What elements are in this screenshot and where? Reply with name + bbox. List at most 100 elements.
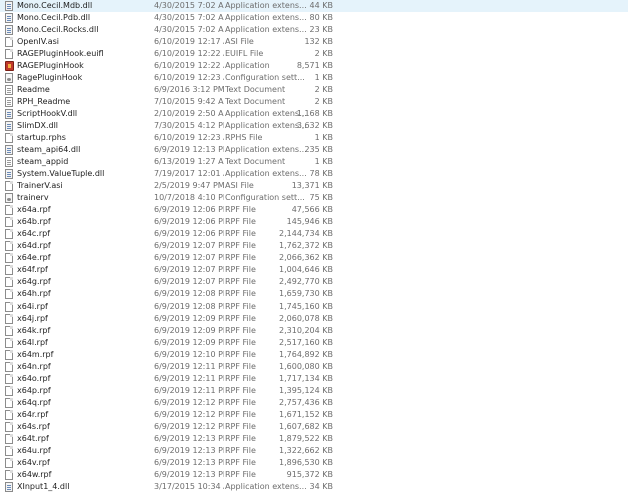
file-date-modified: 6/9/2019 12:11 PM — [154, 385, 224, 395]
file-icon — [5, 241, 13, 252]
file-row[interactable]: x64h.rpf 6/9/2019 12:08 PM RPF File 1,659,7… — [0, 288, 628, 300]
file-row[interactable]: x64d.rpf 6/9/2019 12:07 PM RPF File 1,762,3… — [0, 240, 628, 252]
file-date-modified: 6/9/2019 12:07 PM — [154, 253, 224, 263]
file-size: 2,757,436 KB — [279, 397, 333, 407]
file-row[interactable]: x64g.rpf 6/9/2019 12:07 PM RPF File 2,492,7… — [0, 276, 628, 288]
file-date-modified: 6/9/2016 3:12 PM — [154, 85, 224, 95]
file-row[interactable]: x64e.rpf 6/9/2019 12:07 PM RPF File 2,066,3… — [0, 252, 628, 264]
dll-icon — [5, 25, 13, 36]
file-row[interactable]: x64j.rpf 6/9/2019 12:09 PM RPF File 2,060,0… — [0, 313, 628, 325]
file-row[interactable]: ScriptHookV.dll 2/10/2019 2:50 AM Applicat… — [0, 108, 628, 120]
file-row[interactable]: RAGEPluginHook.euifl6/10/2019 12:22 AMEU… — [0, 48, 628, 60]
file-row[interactable]: x64c.rpf 6/9/2019 12:06 PM RPF File 2,144,7… — [0, 228, 628, 240]
file-icon — [5, 337, 13, 348]
file-row[interactable]: Mono.Cecil.Rocks.dll 4/30/2015 7:02 AM App… — [0, 24, 628, 36]
file-row[interactable]: x64v.rpf 6/9/2019 12:13 PM RPF File 1,896,5… — [0, 457, 628, 469]
file-date-modified: 6/9/2019 12:11 PM — [154, 373, 224, 383]
file-row[interactable]: steam_api64.dll 6/9/2019 12:13 PM Applicat… — [0, 144, 628, 156]
file-row[interactable]: steam_appid 6/13/2019 1:27 AM Text Documen… — [0, 156, 628, 168]
file-date-modified: 2/10/2019 2:50 AM — [154, 109, 224, 119]
file-row[interactable]: Readme 6/9/2016 3:12 PM Text Document 2 KB — [0, 84, 628, 96]
file-date-modified: 6/9/2019 12:07 PM — [154, 265, 224, 275]
file-row[interactable]: TrainerV.asi 2/5/2019 9:47 PM ASI File 13,3… — [0, 180, 628, 192]
file-row[interactable]: RPH_Readme 7/10/2015 9:42 AM Text Document… — [0, 96, 628, 108]
file-row[interactable]: RAGEPluginHook6/10/2019 12:22 AMApplicat… — [0, 60, 628, 72]
file-date-modified: 6/13/2019 1:27 AM — [154, 157, 224, 167]
file-row[interactable]: x64f.rpf 6/9/2019 12:07 PM RPF File 1,004,6… — [0, 264, 628, 276]
file-icon — [5, 37, 13, 48]
file-date-modified: 6/9/2019 12:06 PM — [154, 205, 224, 215]
file-icon — [5, 289, 13, 300]
file-icon — [5, 265, 13, 276]
file-icon — [5, 301, 13, 312]
file-row[interactable]: x64b.rpf 6/9/2019 12:06 PM RPF File 145,946… — [0, 216, 628, 228]
file-icon — [5, 349, 13, 360]
app-icon — [5, 61, 14, 72]
file-size: 2,066,362 KB — [279, 253, 333, 263]
file-date-modified: 6/9/2019 12:13 PM — [154, 457, 224, 467]
file-date-modified: 2/5/2019 9:47 PM — [154, 181, 224, 191]
file-size: 1 KB — [314, 73, 333, 83]
file-row[interactable]: x64m.rpf 6/9/2019 12:10 PM RPF File 1,764,8… — [0, 349, 628, 361]
file-icon — [5, 385, 13, 396]
file-row[interactable]: x64k.rpf 6/9/2019 12:09 PM RPF File 2,310,2… — [0, 325, 628, 337]
file-row[interactable]: trainerv 10/7/2018 4:10 PM Configuration s… — [0, 192, 628, 204]
file-size: 1 KB — [314, 133, 333, 143]
file-size: 2 KB — [314, 49, 333, 59]
file-date-modified: 6/9/2019 12:13 PM — [154, 433, 224, 443]
file-row[interactable]: x64u.rpf 6/9/2019 12:13 PM RPF File 1,322,6… — [0, 445, 628, 457]
file-date-modified: 6/9/2019 12:13 PM — [154, 445, 224, 455]
file-icon — [5, 433, 13, 444]
file-date-modified: 7/30/2015 4:12 PM — [154, 121, 224, 131]
file-row[interactable]: SlimDX.dll 7/30/2015 4:12 PM Application e… — [0, 120, 628, 132]
file-row[interactable]: x64w.rpf 6/9/2019 12:13 PM RPF File 915,372… — [0, 469, 628, 481]
file-row[interactable]: x64p.rpf 6/9/2019 12:11 PM RPF File 1,395,1… — [0, 385, 628, 397]
file-date-modified: 6/9/2019 12:12 PM — [154, 397, 224, 407]
text-icon — [5, 97, 13, 108]
file-icon — [5, 133, 13, 144]
file-date-modified: 6/9/2019 12:12 PM — [154, 421, 224, 431]
file-icon — [5, 445, 13, 456]
file-row[interactable]: x64a.rpf 6/9/2019 12:06 PM RPF File 47,566 … — [0, 204, 628, 216]
file-size: 1,004,646 KB — [279, 265, 333, 275]
file-row[interactable]: Mono.Cecil.Mdb.dll 4/30/2015 7:02 AM Appli… — [0, 0, 628, 12]
file-size: 75 KB — [309, 193, 333, 203]
file-date-modified: 6/10/2019 12:22 AM — [154, 49, 224, 59]
file-date-modified: 6/9/2019 12:12 PM — [154, 409, 224, 419]
file-size: 2 KB — [314, 97, 333, 107]
file-row[interactable]: System.ValueTuple.dll7/19/2017 12:01 AMA… — [0, 168, 628, 180]
file-size: 47,566 KB — [291, 205, 333, 215]
file-icon — [5, 313, 13, 324]
file-row[interactable]: x64q.rpf 6/9/2019 12:12 PM RPF File 2,757,4… — [0, 397, 628, 409]
file-row[interactable]: Mono.Cecil.Pdb.dll 4/30/2015 7:02 AM Appli… — [0, 12, 628, 24]
file-size: 1,879,522 KB — [279, 433, 333, 443]
file-row[interactable]: RagePluginHook6/10/2019 12:23 AMConfigur… — [0, 72, 628, 84]
file-row[interactable]: x64l.rpf 6/9/2019 12:09 PM RPF File 2,517,1… — [0, 337, 628, 349]
file-date-modified: 6/9/2019 12:06 PM — [154, 217, 224, 227]
file-date-modified: 6/9/2019 12:07 PM — [154, 241, 224, 251]
file-icon — [5, 397, 13, 408]
file-row[interactable]: x64o.rpf 6/9/2019 12:11 PM RPF File 1,717,1… — [0, 373, 628, 385]
file-row[interactable]: x64t.rpf 6/9/2019 12:13 PM RPF File 1,879,5… — [0, 433, 628, 445]
file-size: 1,395,124 KB — [279, 385, 333, 395]
file-date-modified: 6/9/2019 12:07 PM — [154, 277, 224, 287]
file-icon — [5, 229, 13, 240]
file-size: 132 KB — [304, 37, 333, 47]
file-row[interactable]: OpenIV.asi6/10/2019 12:17 AMASI File132 … — [0, 36, 628, 48]
file-row[interactable]: x64i.rpf 6/9/2019 12:08 PM RPF File 1,745,1… — [0, 301, 628, 313]
file-list: Mono.Cecil.Mdb.dll 4/30/2015 7:02 AM Appli… — [0, 0, 628, 499]
file-size: 145,946 KB — [286, 217, 333, 227]
file-size: 235 KB — [304, 145, 333, 155]
file-icon — [5, 421, 13, 432]
file-size: 1,764,892 KB — [279, 349, 333, 359]
file-row[interactable]: startup.rphs6/10/2019 12:23 AMRPHS File1… — [0, 132, 628, 144]
file-row[interactable]: XInput1_4.dll3/17/2015 10:34 AMApplicati… — [0, 481, 628, 493]
file-date-modified: 6/9/2019 12:08 PM — [154, 301, 224, 311]
file-row[interactable]: x64s.rpf 6/9/2019 12:12 PM RPF File 1,607,6… — [0, 421, 628, 433]
settings-icon — [5, 73, 13, 84]
file-size: 1,168 KB — [296, 109, 333, 119]
file-date-modified: 6/9/2019 12:08 PM — [154, 289, 224, 299]
file-row[interactable]: x64r.rpf 6/9/2019 12:12 PM RPF File 1,671,1… — [0, 409, 628, 421]
file-date-modified: 6/10/2019 12:22 AM — [154, 61, 224, 71]
file-row[interactable]: x64n.rpf 6/9/2019 12:11 PM RPF File 1,600,0… — [0, 361, 628, 373]
